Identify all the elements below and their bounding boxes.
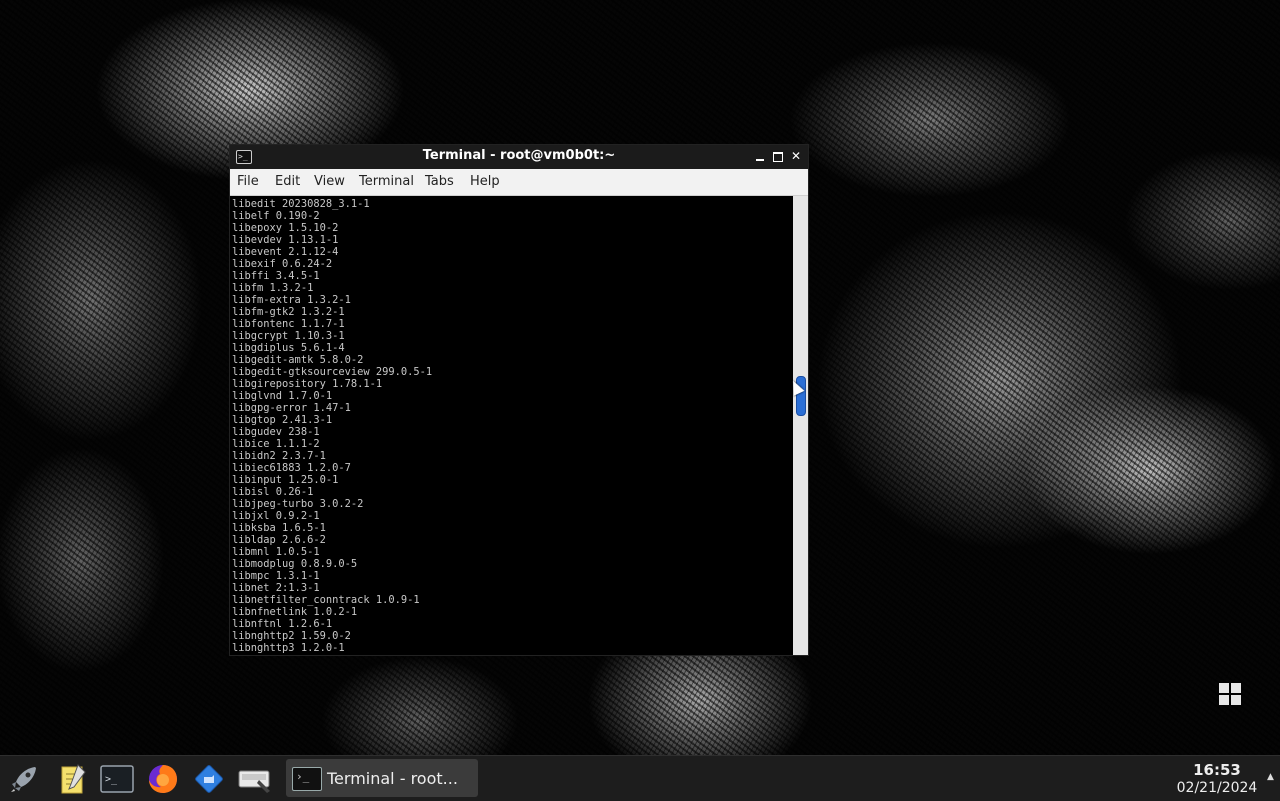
terminal-line: libgedit-gtksourceview 299.0.5-1: [232, 366, 433, 378]
window-titlebar[interactable]: >_ Terminal - root@vm0b0t:~ ✕: [230, 145, 808, 169]
terminal-line: libldap 2.6.6-2: [232, 534, 326, 546]
terminal-line: libfontenc 1.1.7-1: [232, 318, 345, 330]
tray-expand-icon[interactable]: ▲: [1267, 772, 1274, 782]
menu-terminal[interactable]: Terminal: [359, 174, 414, 189]
terminal-line: libgirepository 1.78.1-1: [232, 378, 383, 390]
menu-help[interactable]: Help: [470, 174, 500, 189]
terminal-line: libksba 1.6.5-1: [232, 522, 326, 534]
menu-bar: File Edit View Terminal Tabs Help: [230, 169, 808, 196]
menu-file[interactable]: File: [237, 174, 259, 189]
terminal-window: >_ Terminal - root@vm0b0t:~ ✕ File Edit …: [230, 145, 808, 655]
terminal-line: libmpc 1.3.1-1: [232, 570, 320, 582]
terminal-line: libmodplug 0.8.9.0-5: [232, 558, 358, 570]
terminal-line: libinput 1.25.0-1: [232, 474, 339, 486]
terminal-line: libidn2 2.3.7-1: [232, 450, 326, 462]
terminal-line: libice 1.1.1-2: [232, 438, 320, 450]
terminal-line: libiec61883 1.2.0-7: [232, 462, 351, 474]
terminal-line: libgpg-error 1.47-1: [232, 402, 351, 414]
terminal-line: libepoxy 1.5.10-2: [232, 222, 339, 234]
maximize-button[interactable]: [770, 148, 786, 164]
terminal-line: libmnl 1.0.5-1: [232, 546, 320, 558]
terminal-line: libevdev 1.13.1-1: [232, 234, 339, 246]
menu-edit[interactable]: Edit: [275, 174, 300, 189]
terminal-line: libgtop 2.41.3-1: [232, 414, 333, 426]
terminal-task-icon: [292, 767, 322, 791]
minimize-button[interactable]: [752, 148, 768, 164]
terminal-line: libjxl 0.9.2-1: [232, 510, 320, 522]
terminal-line: libevent 2.1.12-4: [232, 246, 339, 258]
terminal-line: libfm-gtk2 1.3.2-1: [232, 306, 345, 318]
app-menu-rocket-icon[interactable]: [6, 761, 42, 797]
screenshot-tool-icon[interactable]: [237, 761, 273, 797]
terminal-line: libgcrypt 1.10.3-1: [232, 330, 345, 342]
task-label: Terminal - root...: [327, 769, 458, 788]
taskbar: >_ Terminal - root... 16:53 02/21/2024 ▲: [0, 755, 1280, 801]
window-title: Terminal - root@vm0b0t:~: [422, 148, 616, 163]
vertical-scrollbar[interactable]: [793, 196, 808, 655]
terminal-line: libjpeg-turbo 3.0.2-2: [232, 498, 364, 510]
terminal-line: libgedit-amtk 5.8.0-2: [232, 354, 364, 366]
terminal-launcher-icon[interactable]: >_: [99, 761, 135, 797]
files-icon[interactable]: [191, 761, 227, 797]
menu-view[interactable]: View: [314, 174, 345, 189]
terminal-lines: libedit 20230828_3.1-1 libelf 0.190-2 libe…: [230, 196, 793, 654]
terminal-line: libedit 20230828_3.1-1: [232, 198, 370, 210]
terminal-line: libglvnd 1.7.0-1: [232, 390, 333, 402]
terminal-line: libfm-extra 1.3.2-1: [232, 294, 351, 306]
terminal-line: libisl 0.26-1: [232, 486, 314, 498]
desktop-grid-icon[interactable]: [1219, 683, 1241, 705]
menu-tabs[interactable]: Tabs: [425, 174, 454, 189]
clock-date: 02/21/2024: [1176, 780, 1258, 796]
terminal-line: libnet 2:1.3-1: [232, 582, 320, 594]
terminal-line: libffi 3.4.5-1: [232, 270, 320, 282]
terminal-line: libnftnl 1.2.6-1: [232, 618, 333, 630]
svg-text:>_: >_: [105, 774, 118, 785]
terminal-line: libelf 0.190-2: [232, 210, 320, 222]
terminal-line: libfm 1.3.2-1: [232, 282, 314, 294]
clock[interactable]: 16:53 02/21/2024: [1170, 761, 1264, 797]
terminal-line: libnfnetlink 1.0.2-1: [232, 606, 358, 618]
terminal-line: libexif 0.6.24-2: [232, 258, 333, 270]
terminal-line: libnghttp2 1.59.0-2: [232, 630, 351, 642]
taskbar-terminal-task[interactable]: Terminal - root...: [286, 759, 478, 797]
terminal-output[interactable]: libedit 20230828_3.1-1 libelf 0.190-2 libe…: [230, 196, 793, 655]
terminal-line: libgudev 238-1: [232, 426, 320, 438]
text-editor-icon[interactable]: [54, 761, 90, 797]
firefox-icon[interactable]: [145, 761, 181, 797]
close-button[interactable]: ✕: [788, 148, 804, 164]
terminal-line: libnghttp3 1.2.0-1: [232, 642, 345, 654]
clock-time: 16:53: [1193, 761, 1241, 779]
terminal-line: libnetfilter_conntrack 1.0.9-1: [232, 594, 420, 606]
terminal-line: libgdiplus 5.6.1-4: [232, 342, 345, 354]
